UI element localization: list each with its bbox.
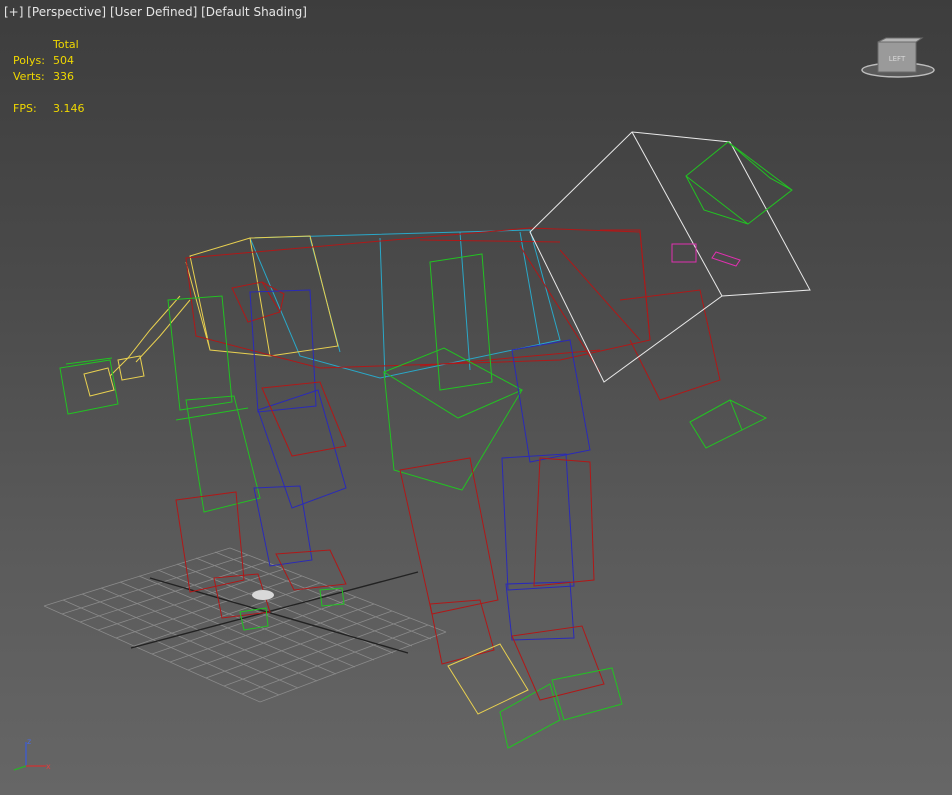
jaw-wire bbox=[689, 399, 768, 449]
viewcube-face-label: LEFT bbox=[889, 55, 906, 63]
z-axis-label: z bbox=[27, 737, 31, 746]
eye-wire bbox=[671, 243, 741, 267]
rear-leg-left-wire bbox=[167, 295, 271, 631]
y-axis-line bbox=[13, 765, 27, 771]
x-axis-label: x bbox=[46, 762, 51, 771]
front-leg-right-wire bbox=[501, 339, 623, 721]
ear-wire bbox=[685, 141, 793, 225]
rear-leg-right-wire bbox=[249, 289, 347, 607]
tail-wire bbox=[59, 295, 191, 415]
axis-tripod: z x bbox=[6, 736, 52, 774]
torso-wire bbox=[249, 229, 561, 379]
foot-marker bbox=[252, 590, 274, 600]
home-grid bbox=[43, 547, 447, 703]
viewcube[interactable]: LEFT bbox=[858, 34, 936, 84]
front-leg-left-wire bbox=[382, 253, 561, 749]
head-wire bbox=[529, 131, 811, 383]
pelvis-wire bbox=[185, 235, 339, 357]
viewport-scene[interactable] bbox=[0, 0, 952, 795]
spine-wire bbox=[185, 227, 721, 401]
